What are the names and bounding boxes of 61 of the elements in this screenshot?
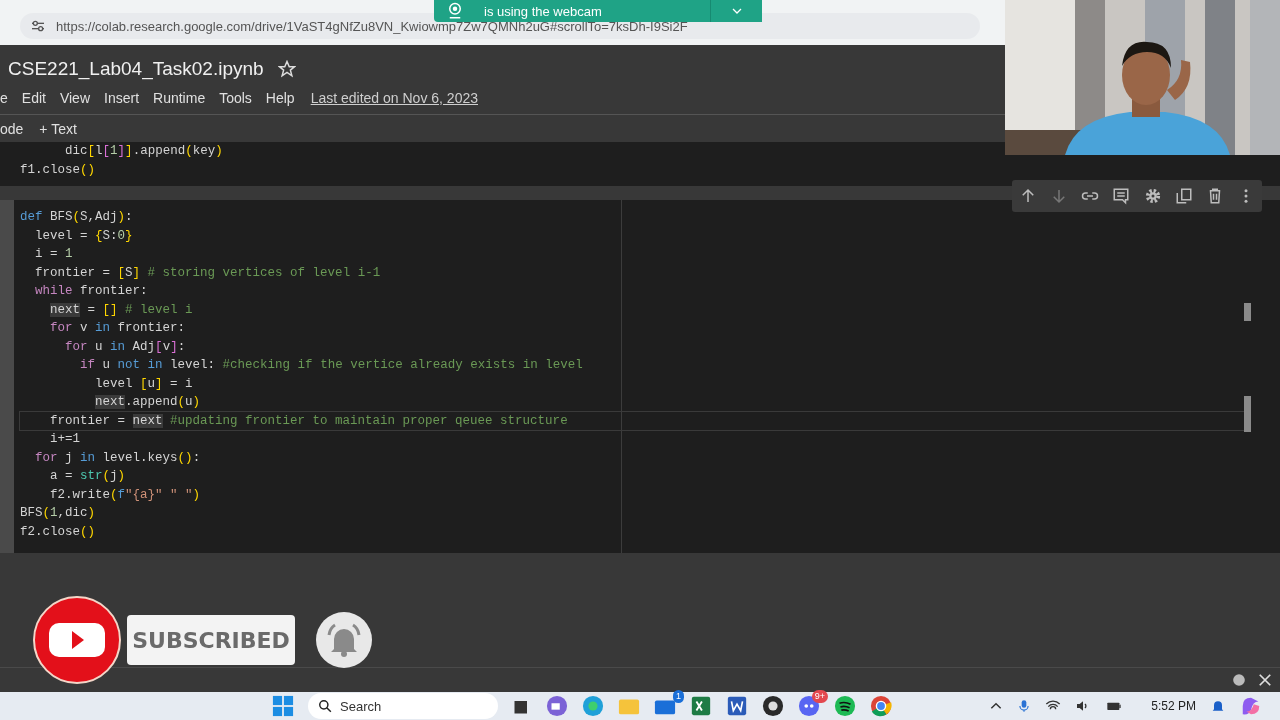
chrome-icon[interactable] — [870, 695, 892, 717]
code-line: i+=1 — [49, 431, 81, 448]
code-line: f1.close() — [20, 161, 96, 179]
code-line: i = 1 — [34, 246, 73, 263]
grid-icon[interactable] — [272, 695, 294, 717]
close-icon[interactable] — [1258, 673, 1272, 687]
code-line: level [u] = i — [94, 375, 193, 393]
dot-icon — [1232, 673, 1246, 687]
clock-time[interactable]: 5:52 PM — [1151, 699, 1196, 713]
webcam-icon — [446, 2, 464, 20]
code-line: frontier = next #updating frontier to maintain proper qeuee structure — [20, 411, 1245, 430]
menu-item[interactable]: e — [0, 89, 8, 106]
code-line: f2.close() — [20, 523, 96, 541]
document-icon[interactable] — [726, 695, 748, 717]
toolbar-button[interactable]: + Text — [39, 120, 77, 137]
menu-item[interactable]: Edit — [21, 89, 46, 106]
toolbar-button[interactable]: ode — [0, 120, 24, 137]
subscribe-button[interactable]: SUBSCRIBED — [127, 615, 295, 665]
notebook-title[interactable]: CSE221_Lab04_Task02.ipynb — [8, 58, 264, 81]
camera-icon[interactable] — [546, 695, 568, 717]
code-line: next = [] # level i — [49, 301, 193, 319]
tune-icon[interactable] — [30, 18, 46, 34]
code-line: BFS(1,dic) — [20, 505, 96, 522]
code-cell[interactable] — [0, 200, 1280, 553]
settings-icon[interactable] — [1143, 187, 1162, 205]
code-line: for u in Adj[v]: — [64, 338, 186, 356]
menu-item[interactable]: Help — [265, 89, 295, 106]
aperture-icon[interactable] — [762, 695, 784, 717]
search-field[interactable]: Search — [308, 693, 498, 719]
code-line: if u not in level: #checking if the vertice already exists in level — [79, 357, 583, 374]
menu-item[interactable]: Insert — [104, 89, 140, 106]
scrollbar-thumb[interactable] — [1244, 303, 1251, 321]
menu-item[interactable]: Tools — [219, 89, 252, 106]
menu-item[interactable]: Runtime — [153, 89, 206, 106]
scrollbar-thumb[interactable] — [1244, 396, 1251, 432]
menu-item[interactable]: View — [59, 89, 90, 106]
search-icon — [318, 699, 332, 713]
code-line: next.append(u) — [94, 394, 201, 411]
sparkle-icon[interactable] — [1240, 695, 1262, 717]
bell-icon[interactable] — [315, 611, 373, 669]
music-icon[interactable] — [834, 695, 856, 717]
notification-badge: 9+ — [811, 690, 828, 703]
code-cell[interactable]: dic[l[1]].append(key) f1.close() — [0, 142, 1280, 186]
play-logo-icon[interactable] — [33, 596, 121, 684]
notification-badge: 1 — [673, 690, 684, 703]
code-line: def BFS(S,Adj): — [20, 209, 133, 226]
code-line: for j in level.keys(): — [34, 449, 201, 467]
code-line: while frontier: — [34, 283, 148, 300]
spreadsheet-icon[interactable] — [690, 695, 712, 717]
last-edited-link[interactable]: Last edited on Nov 6, 2023 — [310, 89, 478, 106]
bell-icon[interactable] — [1210, 698, 1226, 714]
microphone-icon[interactable] — [1017, 698, 1032, 714]
code-line: dic[l[1]].append(key) — [64, 143, 223, 160]
star-icon[interactable] — [277, 60, 296, 79]
mirror-icon[interactable] — [1174, 187, 1193, 205]
code-line: frontier = [S] # storing vertices of level i-1 — [34, 264, 381, 282]
code-line: a = str(j) — [49, 468, 126, 485]
code-line: for v in frontier: — [49, 320, 186, 337]
code-line: f2.write(f"{a}" " ") — [49, 486, 201, 504]
comment-icon[interactable] — [1112, 187, 1131, 205]
code-line: level = {S:0} — [34, 227, 133, 245]
